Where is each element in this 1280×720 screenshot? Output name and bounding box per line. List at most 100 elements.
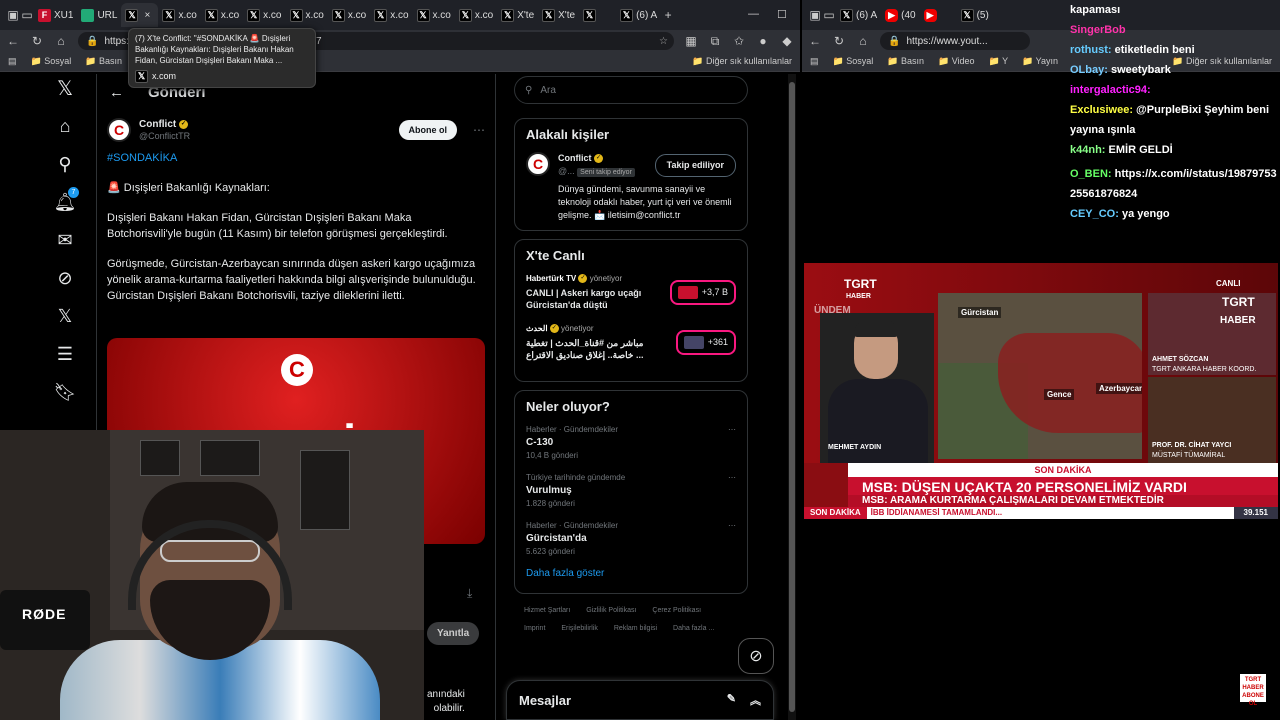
tab[interactable]: F XU1 — [34, 3, 77, 27]
more-icon[interactable]: ⋯ — [728, 520, 736, 532]
tab[interactable]: 𝕏 (5) — [957, 3, 994, 27]
tab[interactable]: 𝕏x.co — [370, 3, 412, 27]
other-favorites[interactable]: 📁 Diğer sık kullanılanlar — [692, 56, 792, 67]
tab-label: x.co — [220, 9, 240, 21]
tab[interactable]: 𝕏x.co — [455, 3, 497, 27]
related-person[interactable]: C Conflict ✓ @... Seni takip ediyor Taki… — [526, 152, 736, 222]
more-icon[interactable]: ⋯ — [728, 424, 736, 436]
workspaces-icon[interactable]: ▣ — [6, 8, 20, 22]
tab[interactable]: ▶ — [920, 3, 957, 27]
footer-link[interactable]: Reklam bilgisi — [614, 625, 657, 632]
following-button[interactable]: Takip ediliyor — [654, 154, 736, 177]
tab[interactable]: 𝕏 — [579, 3, 616, 27]
address-bar[interactable]: 🔒 https://www.yout... — [880, 32, 1030, 50]
hashtag-link[interactable]: #SONDAKİKA — [107, 150, 485, 166]
back-arrow-icon[interactable]: ← — [109, 84, 124, 101]
footer-link[interactable]: Gizlilik Politikası — [586, 607, 636, 614]
bookmark-folder[interactable]: 📁 Sosyal — [833, 56, 874, 67]
tab[interactable]: 𝕏x.co — [328, 3, 370, 27]
lists-icon[interactable]: ☰ — [53, 342, 77, 366]
tab[interactable]: 𝕏 (6) A — [836, 3, 881, 27]
back-icon[interactable]: ← — [808, 34, 822, 48]
grok-button[interactable]: ⊘ — [738, 638, 774, 674]
workspaces-icon[interactable]: ▣ — [808, 8, 822, 22]
expand-icon[interactable]: ︽ — [750, 692, 761, 708]
reload-icon[interactable]: ↻ — [832, 34, 846, 48]
download-icon[interactable]: ⤓ — [467, 586, 472, 601]
footer-link[interactable]: Imprint — [524, 625, 545, 632]
tab[interactable]: ▶ (40 — [881, 3, 919, 27]
more-icon[interactable]: ⋯ — [473, 123, 485, 137]
home-icon[interactable]: ⌂ — [856, 34, 870, 48]
subscribe-button[interactable]: Abone ol — [398, 120, 457, 140]
tab[interactable]: 𝕏 X'te — [497, 3, 538, 27]
favorite-icon[interactable]: ☆ — [659, 36, 668, 47]
footer-link[interactable]: Hizmet Şartları — [524, 607, 570, 614]
tab[interactable]: URL — [77, 3, 121, 27]
trend-item[interactable]: Haberler · Gündemdekiler C-130 10,4 B gö… — [526, 424, 736, 462]
messages-icon[interactable]: ✉ — [53, 228, 77, 252]
notifications-icon[interactable]: 🔔︎ 7 — [53, 187, 79, 214]
avatar[interactable]: C — [107, 118, 131, 142]
tab[interactable]: 𝕏x.co — [201, 3, 243, 27]
tab[interactable]: 𝕏x.co — [243, 3, 285, 27]
bookmark-folder-sosyal[interactable]: 📁 Sosyal — [31, 56, 72, 67]
search-input[interactable]: ⚲ Ara — [514, 76, 748, 104]
tab-actions-icon[interactable]: ▭ — [822, 8, 836, 22]
footer-link[interactable]: Daha fazla ... — [673, 625, 714, 632]
live-item[interactable]: الحدث ✓ yönetiyor مباشر من #قناة_الحدث |… — [526, 323, 736, 361]
bookmarks-icon[interactable]: 🔖︎ — [53, 380, 77, 404]
minimize-icon[interactable]: — — [748, 8, 759, 21]
back-icon[interactable]: ← — [6, 34, 20, 48]
x-logo-icon[interactable]: 𝕏 — [53, 76, 77, 100]
author-name[interactable]: Conflict ✓ — [139, 119, 190, 131]
author-handle[interactable]: @ConflictTR — [139, 131, 190, 141]
close-icon[interactable]: × — [144, 10, 150, 21]
more-icon[interactable]: ⋯ — [728, 472, 736, 484]
new-tab-icon[interactable]: + — [661, 8, 675, 22]
new-message-icon[interactable]: ✎ — [727, 692, 736, 708]
tab[interactable]: 𝕏x.co — [286, 3, 328, 27]
trend-name: Vurulmuş — [526, 485, 572, 496]
bookmark-folder-basin[interactable]: 📁 Basın — [85, 56, 122, 67]
reload-icon[interactable]: ↻ — [30, 34, 44, 48]
apps-icon[interactable]: ▤ — [8, 56, 17, 67]
footer-link[interactable]: Erişilebilirlik — [561, 625, 598, 632]
tv-broadcast[interactable]: TGRT HABER ÜNDEM CANLI MEHMET AYDIN Gürc… — [804, 263, 1278, 519]
tab[interactable]: 𝕏x.co — [158, 3, 200, 27]
anchor-name: MEHMET AYDIN — [828, 444, 882, 451]
chat-user: O_BEN: — [1070, 168, 1112, 180]
bookmark-label: Sosyal — [846, 56, 874, 66]
trend-item[interactable]: Türkiye tarihinde gündemde Vurulmuş 1.82… — [526, 472, 736, 510]
copilot-icon[interactable]: ◆ — [780, 34, 794, 48]
search-icon[interactable]: ⚲ — [53, 152, 77, 176]
profile-icon[interactable]: ● — [756, 34, 770, 48]
tab[interactable]: 𝕏 × — [121, 3, 159, 27]
tab[interactable]: 𝕏 (6) A — [616, 3, 661, 27]
home-icon[interactable]: ⌂ — [54, 34, 68, 48]
premium-icon[interactable]: 𝕏 — [53, 304, 77, 328]
apps-icon[interactable]: ▤ — [810, 56, 819, 67]
bookmark-folder[interactable]: 📁 Basın — [887, 56, 924, 67]
bookmark-folder[interactable]: 📁 Yayın — [1022, 56, 1058, 67]
bookmark-folder[interactable]: 📁 Video — [938, 56, 975, 67]
trend-item[interactable]: Haberler · Gündemdekiler Gürcistan'da 5.… — [526, 520, 736, 558]
extension-icon[interactable]: ▦ — [684, 34, 698, 48]
tab[interactable]: 𝕏 X'te — [538, 3, 579, 27]
tab-actions-icon[interactable]: ▭ — [20, 8, 34, 22]
messages-drawer[interactable]: Mesajlar ✎ ︽ — [506, 680, 774, 720]
reply-button[interactable]: Yanıtla — [427, 622, 480, 645]
scrollbar[interactable] — [788, 74, 796, 720]
maximize-icon[interactable]: ☐ — [777, 8, 787, 21]
favorites-bar-icon[interactable]: ✩ — [732, 34, 746, 48]
footer-link[interactable]: Çerez Politikası — [652, 607, 701, 614]
grok-icon[interactable]: ⊘ — [53, 266, 77, 290]
scrollbar-thumb[interactable] — [789, 82, 795, 712]
live-item[interactable]: Habertürk TV ✓ yönetiyor CANLI | Askeri … — [526, 273, 736, 311]
tab[interactable]: 𝕏x.co — [413, 3, 455, 27]
avatar[interactable]: C — [526, 152, 550, 176]
show-more-link[interactable]: Daha fazla göster — [526, 568, 736, 579]
bookmark-folder[interactable]: 📁 Y — [989, 56, 1009, 67]
collections-icon[interactable]: ⧉ — [708, 34, 722, 49]
home-icon[interactable]: ⌂ — [53, 114, 77, 138]
